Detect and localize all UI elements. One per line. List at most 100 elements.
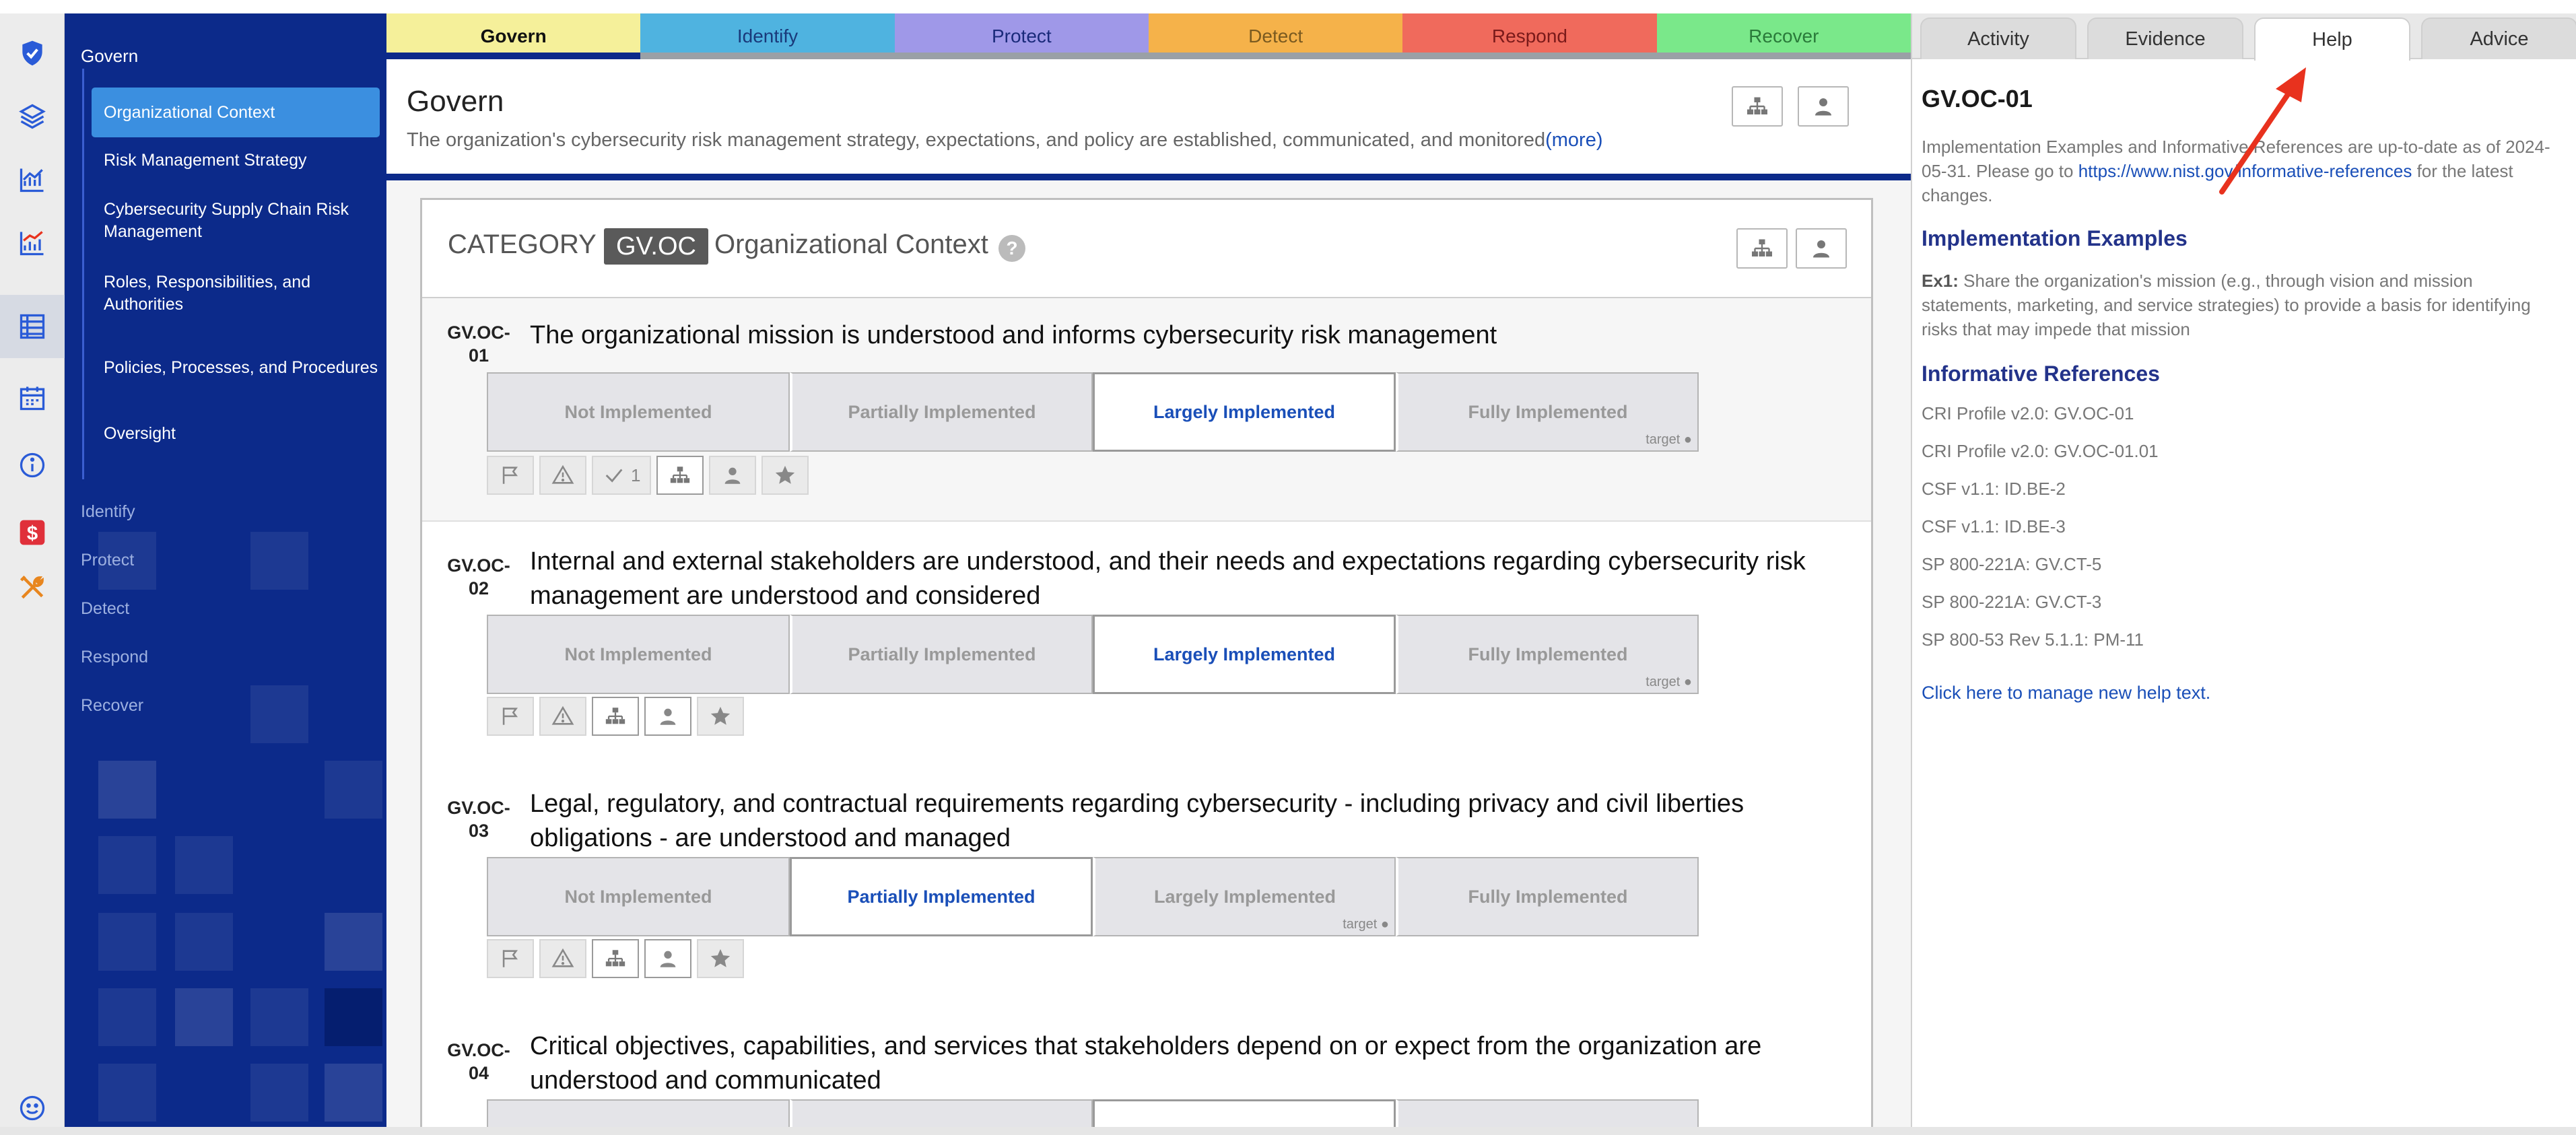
sidebar-function-protect[interactable]: Protect xyxy=(81,551,134,570)
example-label: Ex1: xyxy=(1922,271,1959,291)
flag-icon xyxy=(502,708,518,725)
flag-button[interactable] xyxy=(487,456,534,495)
tools-icon[interactable] xyxy=(0,556,65,619)
org-chart-button[interactable] xyxy=(1732,86,1783,127)
org-chart-button[interactable] xyxy=(656,456,704,495)
tab-govern[interactable]: Govern xyxy=(386,13,641,59)
subcategory-id: GV.OC- 04 xyxy=(445,1039,512,1085)
subcategory-id: GV.OC- 01 xyxy=(445,321,512,367)
reference-item: CRI Profile v2.0: GV.OC-01 xyxy=(1922,403,2134,423)
tab-label: Recover xyxy=(1749,26,1819,46)
org-chart-button[interactable] xyxy=(592,939,639,978)
level-partially-implemented[interactable]: Partially Implemented xyxy=(790,857,1093,936)
level-not-implemented[interactable]: Not Implemented xyxy=(487,615,790,694)
reference-item: CRI Profile v2.0: GV.OC-01.01 xyxy=(1922,441,2159,461)
level-fully-implemented[interactable]: Fully Implemented target ● xyxy=(1396,372,1699,452)
dollar-icon[interactable]: $ xyxy=(0,501,65,564)
level-largely-implemented[interactable]: Largely Implemented target ● xyxy=(1093,857,1396,936)
sidebar-function-identify[interactable]: Identify xyxy=(81,502,135,522)
smiley-icon[interactable] xyxy=(0,1088,65,1128)
level-label: Not Implemented xyxy=(564,401,712,422)
sidebar-item-oversight[interactable]: Oversight xyxy=(92,413,380,454)
level-fully-implemented[interactable]: Fully Implemented target ● xyxy=(1396,615,1699,694)
tab-identify[interactable]: Identify xyxy=(640,13,895,59)
page-title: Govern xyxy=(407,85,504,118)
category-org-chart-button[interactable] xyxy=(1736,228,1788,269)
more-link[interactable]: (more) xyxy=(1545,129,1602,151)
favorite-button[interactable] xyxy=(697,697,744,736)
sidebar-item-risk-management-strategy[interactable]: Risk Management Strategy xyxy=(92,140,380,180)
assignee-button[interactable] xyxy=(644,697,691,736)
level-largely-implemented[interactable]: Largely Implemented xyxy=(1093,615,1396,694)
help-question-icon[interactable]: ? xyxy=(998,235,1025,262)
tab-activity[interactable]: Activity xyxy=(1920,18,2076,59)
tab-advice[interactable]: Advice xyxy=(2421,18,2576,59)
calendar-icon[interactable] xyxy=(0,366,65,429)
level-not-implemented[interactable]: Not Implemented xyxy=(487,857,790,936)
sidebar-item-supply-chain-risk-management[interactable]: Cybersecurity Supply Chain Risk Manageme… xyxy=(92,194,380,248)
layers-icon[interactable] xyxy=(0,85,65,148)
sidebar-function-detect[interactable]: Detect xyxy=(81,599,129,619)
check-count-button[interactable]: 1 xyxy=(592,456,652,495)
level-largely-implemented[interactable]: Largely Implemented xyxy=(1093,1099,1396,1127)
warning-icon xyxy=(551,948,574,967)
category-label: CATEGORY xyxy=(448,230,597,259)
tab-label: Govern xyxy=(480,26,547,46)
level-largely-implemented[interactable]: Largely Implemented xyxy=(1093,372,1396,452)
flag-button[interactable] xyxy=(487,697,534,736)
level-not-implemented[interactable]: Not Implemented xyxy=(487,372,790,452)
sidebar-item-organizational-context[interactable]: Organizational Context xyxy=(92,88,380,137)
level-not-implemented[interactable]: Not Implemented xyxy=(487,1099,790,1127)
favorite-button[interactable] xyxy=(697,939,744,978)
tab-protect[interactable]: Protect xyxy=(894,13,1149,59)
id-prefix: GV.OC- xyxy=(447,555,510,576)
sidebar-function-respond[interactable]: Respond xyxy=(81,648,148,667)
chart-line-icon[interactable] xyxy=(0,148,65,211)
chart-bar-up-icon[interactable] xyxy=(0,211,65,275)
table-list-icon[interactable] xyxy=(0,295,65,358)
tab-respond[interactable]: Respond xyxy=(1402,13,1657,59)
flag-button[interactable] xyxy=(487,939,534,978)
level-partially-implemented[interactable]: Partially Implemented xyxy=(790,372,1093,452)
assignee-button[interactable] xyxy=(1798,86,1849,127)
subcategory-text: Legal, regulatory, and contractual requi… xyxy=(530,790,1744,852)
warning-button[interactable] xyxy=(539,456,586,495)
warning-button[interactable] xyxy=(539,697,586,736)
level-fully-implemented[interactable]: Fully Implemented xyxy=(1396,1099,1699,1127)
reference-item: SP 800-221A: GV.CT-5 xyxy=(1922,554,2102,574)
subcategory-toolbar xyxy=(487,939,744,978)
tab-evidence[interactable]: Evidence xyxy=(2087,18,2243,59)
decor-square xyxy=(175,988,233,1046)
favorite-button[interactable] xyxy=(761,456,809,495)
tab-recover[interactable]: Recover xyxy=(1656,13,1911,59)
decor-square xyxy=(98,1064,156,1122)
implementation-scale: Not Implemented Partially Implemented La… xyxy=(487,1099,1699,1127)
bottom-scrollbar[interactable] xyxy=(0,1127,2576,1135)
person-icon xyxy=(660,951,676,967)
star-icon xyxy=(776,465,795,484)
shield-check-icon[interactable] xyxy=(0,22,65,85)
category-assignee-button[interactable] xyxy=(1796,228,1847,269)
description-text: The organization's cybersecurity risk ma… xyxy=(407,129,1546,151)
level-partially-implemented[interactable]: Partially Implemented xyxy=(790,615,1093,694)
sidebar-item-roles-responsibilities[interactable]: Roles, Responsibilities, and Authorities xyxy=(92,267,380,320)
level-label: Fully Implemented xyxy=(1468,644,1628,664)
manage-help-text-link[interactable]: Click here to manage new help text. xyxy=(1922,683,2567,703)
decor-square xyxy=(325,988,382,1046)
level-fully-implemented[interactable]: Fully Implemented xyxy=(1396,857,1699,936)
assignee-button[interactable] xyxy=(709,456,757,495)
info-icon[interactable] xyxy=(0,434,65,497)
level-label: Not Implemented xyxy=(564,886,712,907)
tab-help[interactable]: Help xyxy=(2254,18,2410,61)
warning-button[interactable] xyxy=(539,939,586,978)
sidebar-function-recover[interactable]: Recover xyxy=(81,696,143,716)
tab-label: Protect xyxy=(991,26,1052,46)
level-partially-implemented[interactable]: Partially Implemented xyxy=(790,1099,1093,1127)
sidebar-item-policies-processes[interactable]: Policies, Processes, and Procedures xyxy=(92,341,380,394)
nav-group-govern[interactable]: Govern xyxy=(81,46,138,67)
org-chart-button[interactable] xyxy=(592,697,639,736)
assignee-button[interactable] xyxy=(644,939,691,978)
tab-detect[interactable]: Detect xyxy=(1148,13,1403,59)
id-prefix: GV.OC- xyxy=(447,798,510,818)
decor-square xyxy=(250,1064,308,1122)
